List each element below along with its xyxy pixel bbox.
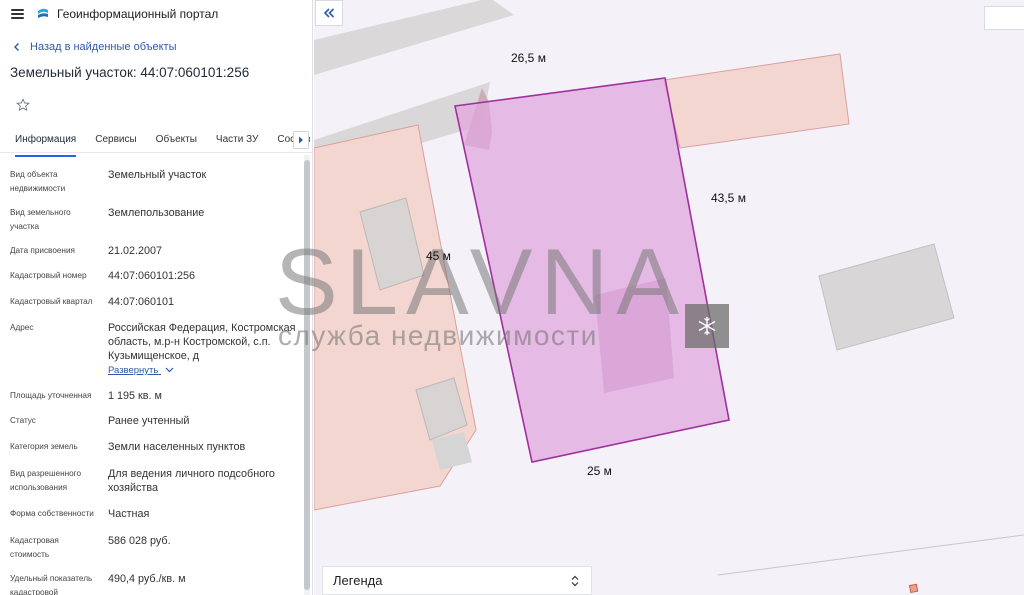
- dimension-left: 45 м: [426, 249, 451, 263]
- prop-key: Площадь уточненная: [10, 391, 92, 400]
- snowflake-icon: [698, 317, 716, 335]
- expand-address-link[interactable]: Развернуть: [108, 365, 174, 376]
- legend-label: Легенда: [333, 573, 383, 588]
- expand-label: Развернуть: [108, 365, 159, 376]
- prop-value-address: Российская Федерация, Костромская област…: [108, 322, 296, 362]
- prop-value: 44:07:060101:256: [108, 270, 196, 282]
- dimension-bottom: 25 м: [587, 464, 612, 478]
- prop-value: 586 028 руб.: [108, 535, 171, 547]
- tab-bar: Информация Сервисы Объекты Части ЗУ Сост…: [0, 127, 312, 157]
- prop-key: Вид земельного участка: [10, 208, 71, 231]
- watermark-subtext: служба недвижимости: [278, 320, 598, 351]
- chevron-left-icon: [14, 43, 19, 51]
- prop-key: Кадастровый номер: [10, 271, 87, 280]
- collapse-panel-button[interactable]: [315, 0, 343, 26]
- prop-key: Категория земель: [10, 442, 78, 451]
- portal-logo-icon: [38, 8, 48, 18]
- tab-objects[interactable]: Объекты: [156, 127, 197, 155]
- caret-right-icon: [299, 136, 303, 144]
- prop-key: Дата присвоения: [10, 246, 75, 255]
- prop-key: Кадастровая стоимость: [10, 536, 59, 559]
- prop-value: Землепользование: [108, 207, 205, 219]
- double-chevron-left-icon: [323, 8, 335, 18]
- object-title: Земельный участок: 44:07:060101:256: [10, 65, 250, 80]
- back-link[interactable]: Назад в найденные объекты: [0, 38, 312, 56]
- prop-key: Удельный показатель кадастровой: [10, 574, 93, 595]
- chevron-down-icon: [165, 368, 174, 373]
- prop-value: 1 195 кв. м: [108, 390, 162, 402]
- prop-value: Земли населенных пунктов: [108, 441, 246, 453]
- top-bar: Геоинформационный портал: [0, 0, 312, 28]
- expand-collapse-icon: [571, 575, 579, 586]
- tabs-scroll-right-button[interactable]: [293, 131, 309, 149]
- watermark-logo-icon: [685, 304, 729, 348]
- tab-services[interactable]: Сервисы: [95, 127, 136, 155]
- menu-icon[interactable]: [11, 9, 24, 19]
- prop-key: Статус: [10, 416, 36, 425]
- back-link-label: Назад в найденные объекты: [30, 41, 177, 53]
- prop-value: Для ведения личного подсобного хозяйства: [108, 468, 275, 494]
- tab-parts[interactable]: Части ЗУ: [216, 127, 258, 155]
- prop-key: Вид объекта недвижимости: [10, 170, 66, 193]
- prop-value: Ранее учтенный: [108, 415, 190, 427]
- prop-key: Вид разрешенного использования: [10, 469, 82, 492]
- prop-value: Земельный участок: [108, 169, 207, 181]
- dimension-right: 43,5 м: [711, 191, 746, 205]
- prop-key: Кадастровый квартал: [10, 297, 93, 306]
- prop-value: 490,4 руб./кв. м: [108, 573, 186, 585]
- scrollbar-thumb[interactable]: [304, 160, 310, 590]
- dimension-top: 26,5 м: [511, 51, 546, 65]
- app-title: Геоинформационный портал: [57, 7, 219, 21]
- prop-key: Адрес: [10, 323, 34, 332]
- info-panel: Геоинформационный портал Назад в найденн…: [0, 0, 313, 595]
- legend-dropdown[interactable]: Легенда: [322, 566, 592, 595]
- prop-value: 44:07:060101: [108, 296, 175, 308]
- star-icon[interactable]: [16, 98, 30, 112]
- map-search-input[interactable]: [984, 6, 1024, 30]
- prop-value: 21.02.2007: [108, 245, 163, 257]
- prop-key: Форма собственности: [10, 509, 94, 518]
- tab-info[interactable]: Информация: [15, 127, 77, 157]
- prop-value: Частная: [108, 508, 150, 520]
